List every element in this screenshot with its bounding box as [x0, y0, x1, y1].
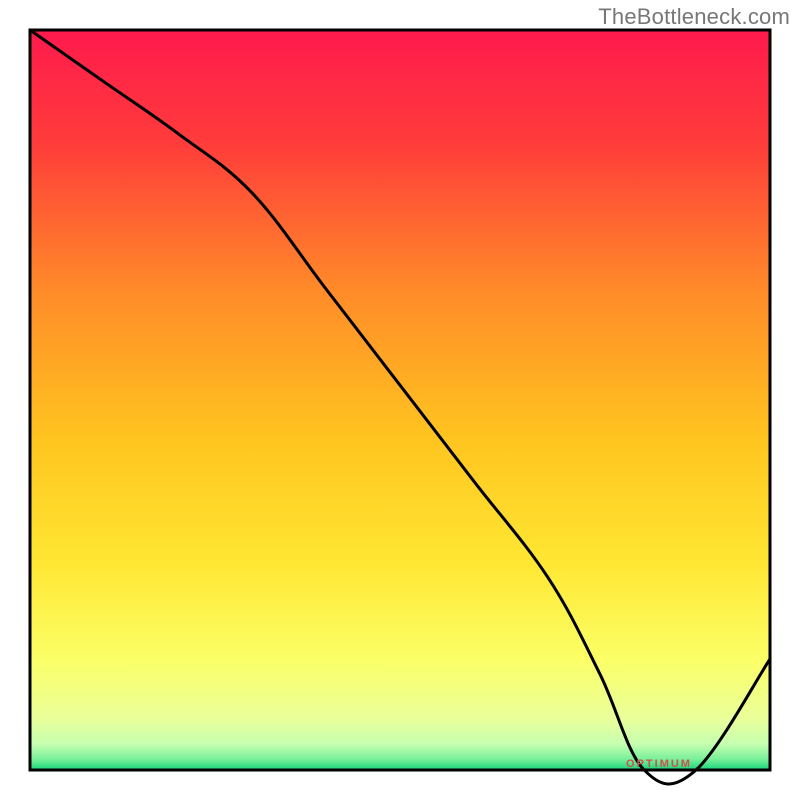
plot-background: [30, 30, 770, 770]
chart-svg: [0, 0, 800, 800]
watermark-text: TheBottleneck.com: [598, 4, 790, 30]
bottleneck-chart: TheBottleneck.com OPTIMUM: [0, 0, 800, 800]
optimal-range-label: OPTIMUM: [626, 758, 692, 770]
